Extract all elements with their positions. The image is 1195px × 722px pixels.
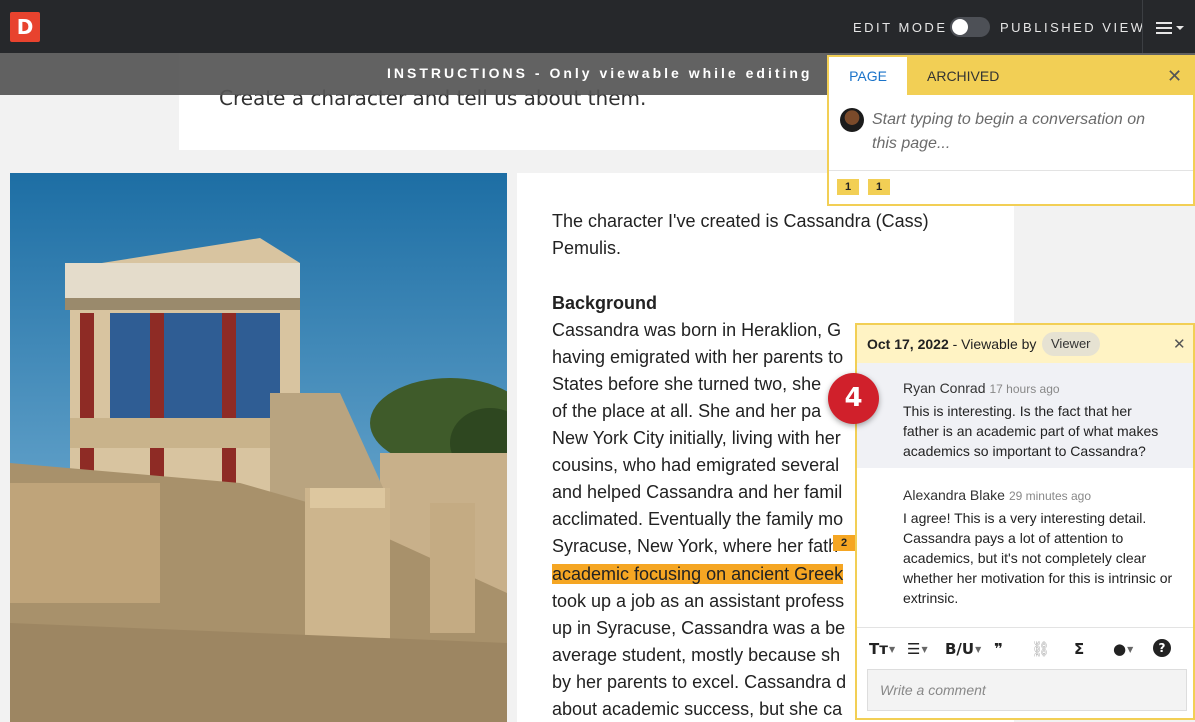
paragraph-line: about academic success, but she ca [552, 699, 843, 719]
paragraph-line: cousins, who had emigrated several [552, 455, 840, 475]
close-icon[interactable]: ✕ [1173, 336, 1186, 354]
panel-header: PAGE ARCHIVED ✕ [829, 57, 1193, 95]
comment-author-line: Ryan Conrad 17 hours ago [903, 380, 1060, 396]
avatar [840, 108, 864, 132]
paragraph-line: and helped Cassandra and her famil [552, 482, 843, 502]
comment-marker[interactable]: 2 [833, 535, 855, 551]
page-comments-panel: PAGE ARCHIVED ✕ Start typing to begin a … [827, 55, 1195, 206]
highlighted-text[interactable]: academic focusing on ancient Greek [552, 564, 844, 584]
text-size-icon[interactable]: Tт▼ [869, 640, 895, 658]
viewer-chip[interactable]: Viewer [1042, 332, 1100, 356]
comment-author-line: Alexandra Blake 29 minutes ago [903, 487, 1091, 503]
paragraph-line: of the place at all. She and her pa [552, 401, 822, 421]
sigma-icon[interactable]: Σ [1074, 640, 1084, 658]
paragraph-line: acclimated. Eventually the family mo [552, 509, 844, 529]
top-bar: D EDIT MODE PUBLISHED VIEW [0, 0, 1195, 53]
comment-toolbar: Tт▼ ☰▼ B/U▼ ❞ ⛓ Σ ●▼ ? [857, 627, 1193, 669]
paragraph-line: New York City initially, living with her [552, 428, 841, 448]
panel-divider [829, 170, 1193, 171]
paragraph-line: took up a job as an assistant profess [552, 591, 845, 611]
close-icon[interactable]: ✕ [1167, 67, 1182, 85]
conversation-input[interactable]: Start typing to begin a conversation on … [872, 108, 1162, 156]
paragraph-line: up in Syracuse, Cassandra was a be [552, 618, 846, 638]
paragraph-line: States before she turned two, she [552, 374, 822, 394]
comment-item: Ryan Conrad 17 hours ago This is interest… [857, 363, 1193, 468]
comment-flag[interactable]: 1 [868, 179, 890, 195]
instructions-label: INSTRUCTIONS - Only viewable while editi… [387, 65, 813, 81]
intro-line-1: The character I've created is Cassandra … [552, 211, 929, 231]
thread-date: Oct 17, 2022 [867, 336, 949, 352]
hamburger-icon[interactable] [1156, 20, 1188, 36]
intro-line-2: Pemulis. [552, 238, 622, 258]
edit-mode-label: EDIT MODE [853, 20, 948, 35]
comment-text: I agree! This is a very interesting deta… [903, 510, 1173, 606]
toggle-knob [952, 19, 968, 35]
thread-header: Oct 17, 2022 - Viewable by Viewer ✕ [857, 325, 1193, 363]
comment-thread: Oct 17, 2022 - Viewable by Viewer ✕ Ryan… [855, 323, 1195, 720]
background-heading: Background [552, 293, 658, 313]
paragraph-line: by her parents to excel. Cassandra d [552, 672, 847, 692]
paragraph-line: average student, mostly because sh [552, 645, 841, 665]
paragraph-line: having emigrated with her parents to [552, 347, 844, 367]
comment-input[interactable] [867, 669, 1187, 711]
quote-icon[interactable]: ❞ [994, 640, 1003, 658]
link-icon: ⛓ [1031, 640, 1051, 658]
palette-icon[interactable]: ●▼ [1113, 640, 1133, 658]
tab-page[interactable]: PAGE [829, 57, 907, 95]
menu-divider [1142, 0, 1143, 53]
comment-author[interactable]: Ryan Conrad [903, 380, 986, 396]
notification-badge[interactable]: 4 [828, 373, 879, 424]
palace-photo [10, 173, 507, 722]
paragraph-line: Cassandra was born in Heraklion, G [552, 320, 842, 340]
help-icon[interactable]: ? [1153, 639, 1171, 657]
comment-time: 17 hours ago [989, 382, 1060, 396]
tab-archived[interactable]: ARCHIVED [927, 57, 999, 95]
list-icon[interactable]: ☰▼ [907, 640, 928, 658]
app-logo[interactable]: D [10, 12, 40, 42]
comment-time: 29 minutes ago [1008, 489, 1092, 503]
edit-mode-toggle[interactable] [950, 17, 990, 37]
bold-underline-icon[interactable]: B/U▼ [945, 640, 981, 658]
thread-date-line: Oct 17, 2022 - Viewable by [867, 336, 1036, 352]
comment-text: This is interesting. Is the fact that he… [903, 403, 1159, 459]
comment-flag[interactable]: 1 [837, 179, 859, 195]
highlighted-line[interactable]: academic focusing on ancient Greek [552, 561, 844, 588]
viewable-by-label: - Viewable by [952, 336, 1037, 352]
comment-author[interactable]: Alexandra Blake [903, 487, 1005, 503]
paragraph-line: Syracuse, New York, where her fath [552, 536, 839, 556]
published-view-label: PUBLISHED VIEW [1000, 20, 1146, 35]
